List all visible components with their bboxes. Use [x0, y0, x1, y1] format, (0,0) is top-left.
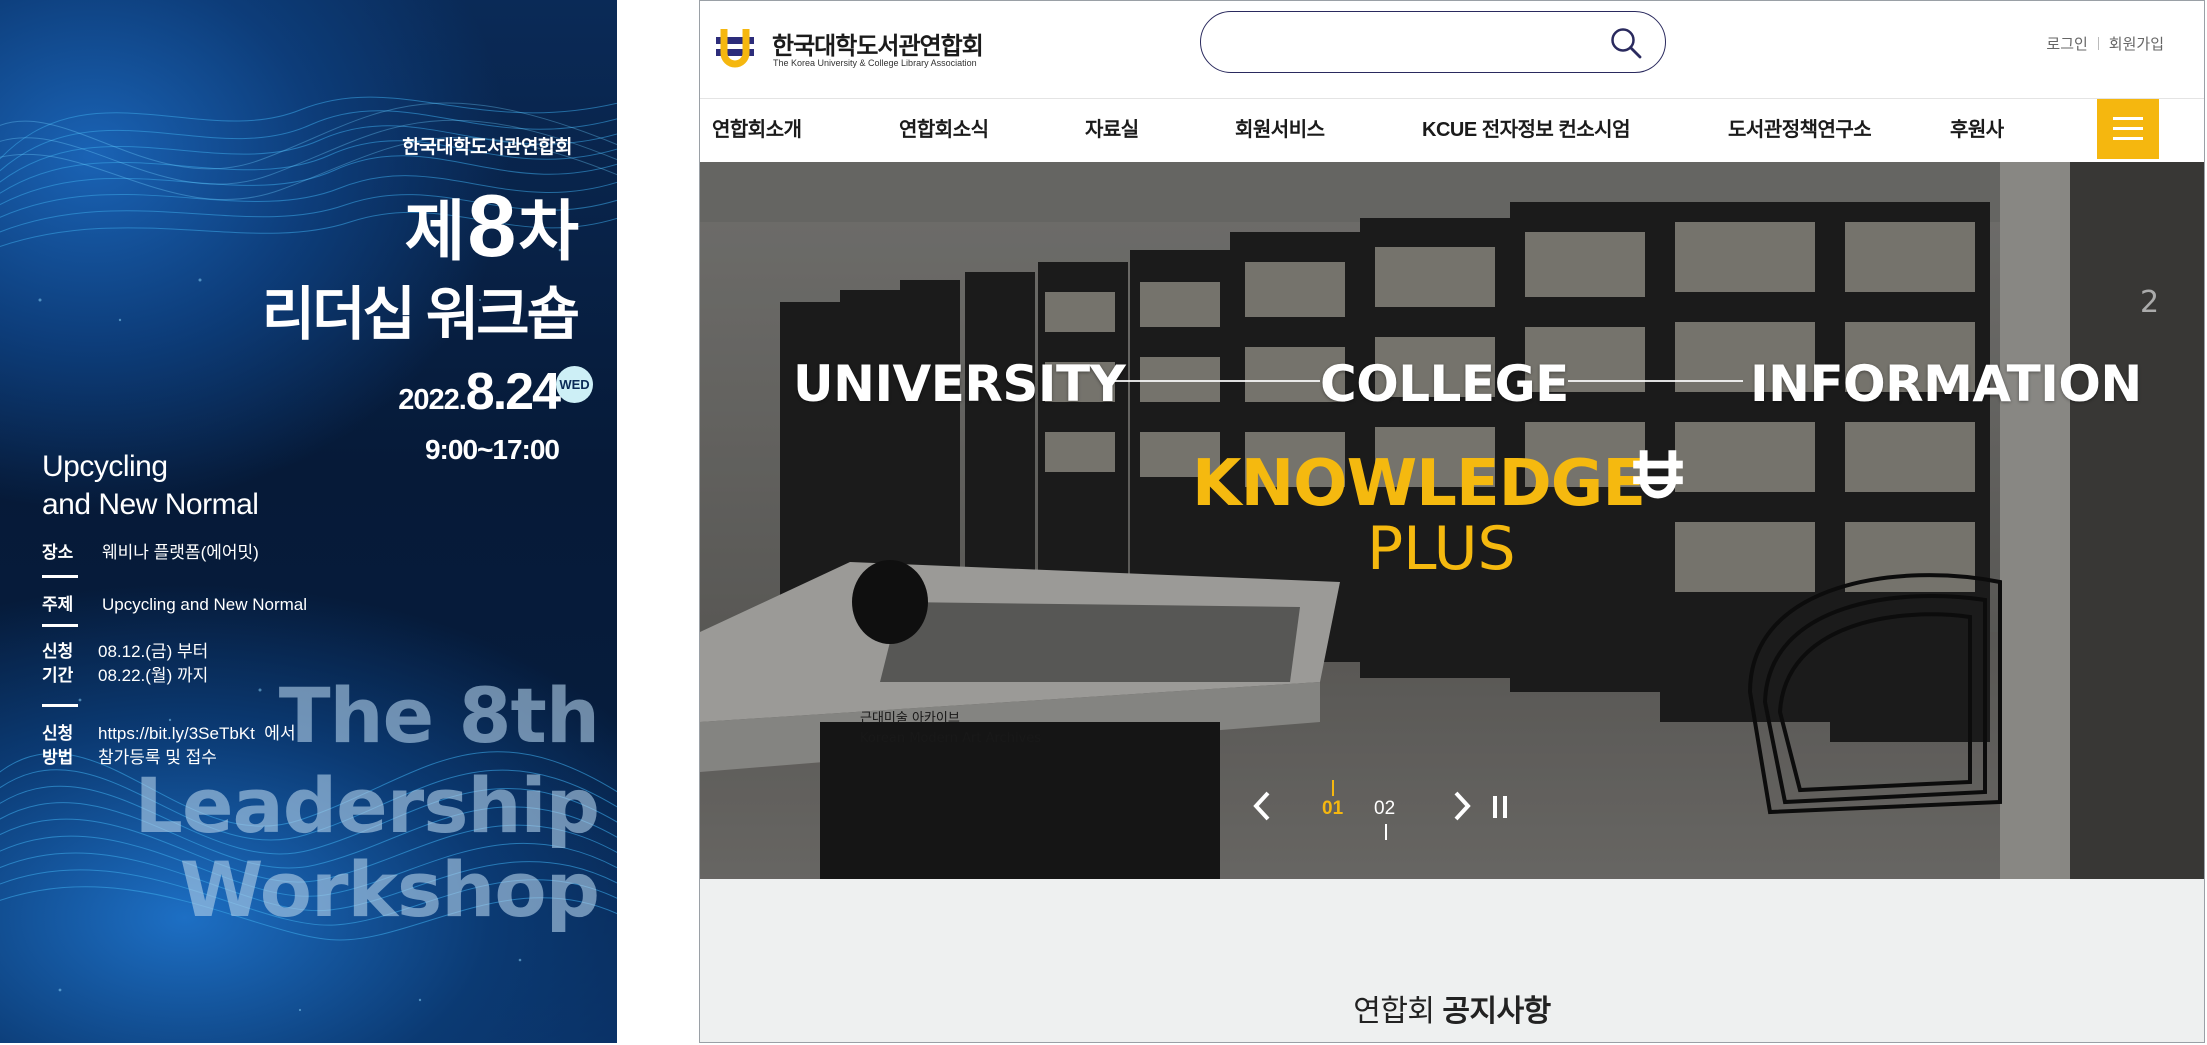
- poster-title-line1: 제 8 차: [404, 176, 579, 275]
- divider: [1385, 824, 1387, 840]
- notice-title-light: 연합회: [1353, 995, 1435, 1028]
- poster-date-year: 2022.: [398, 384, 467, 416]
- hero-knowledge: KNOWLEDGE: [1192, 447, 1646, 521]
- nav-item-member-service[interactable]: 회원서비스: [1235, 99, 1325, 161]
- poster-organizer: 한국대학도서관연합회: [402, 137, 572, 158]
- hero-word-college: COLLEGE: [1320, 355, 1569, 413]
- info-label: 장소: [42, 543, 74, 562]
- info-venue: 장소 웨비나 플랫폼(에어밋): [42, 541, 259, 565]
- weekday-badge: WED: [556, 366, 593, 403]
- divider: [1568, 380, 1743, 382]
- poster-title-number: 8: [467, 176, 516, 275]
- slide-indicator-next[interactable]: 02: [1374, 798, 1395, 820]
- poster-en-line1: The 8th: [278, 671, 600, 760]
- nav-item-news[interactable]: 연합회소식: [899, 99, 989, 161]
- hero-word-university: UNIVERSITY: [793, 355, 1126, 413]
- info-value: Upcycling and New Normal: [102, 595, 308, 614]
- search-bar: [1200, 11, 1666, 73]
- hero-slider: 2 근대미술 아카이브 Korean Modern Art Archives U…: [700, 162, 2204, 879]
- info-label: 방법: [42, 748, 74, 767]
- logo-mark-icon: [1633, 450, 1683, 499]
- divider: [42, 624, 78, 627]
- info-value: 웨비나 플랫폼(에어밋): [102, 543, 259, 562]
- poster-en-line3: Workshop: [179, 845, 600, 934]
- logo-mark-icon[interactable]: [714, 25, 756, 71]
- poster-time: 9:00~17:00: [424, 434, 560, 465]
- join-link[interactable]: 회원가입: [2109, 33, 2164, 54]
- hero-word-information: INFORMATION: [1750, 355, 2142, 413]
- poster-title-suffix: 차: [518, 193, 579, 268]
- poster-date-monthday: 8.24: [465, 363, 561, 421]
- hero-plus: PLUS: [1367, 514, 1516, 584]
- nav-item-about[interactable]: 연합회소개: [712, 99, 802, 161]
- divider: [1332, 780, 1334, 796]
- nav-item-consortium[interactable]: KCUE 전자정보 컨소시엄: [1422, 99, 1630, 161]
- divider: [2097, 37, 2099, 50]
- nav-item-sponsors[interactable]: 후원사: [1950, 99, 2004, 161]
- info-value: 08.12.(금) 부터: [98, 642, 209, 661]
- slide-indicator-current[interactable]: 01: [1322, 798, 1343, 820]
- workshop-poster: 한국대학도서관연합회 제 8 차 리더십 워크숍 2022. 8.24 WED …: [0, 0, 617, 1043]
- info-label: 신청: [42, 642, 74, 661]
- site-header: 한국대학도서관연합회 The Korea University & Colleg…: [700, 1, 2204, 99]
- poster-subtitle-line2: and New Normal: [42, 488, 259, 521]
- utility-links: 로그인 회원가입: [2046, 33, 2164, 54]
- site-logo-name[interactable]: 한국대학도서관연합회: [772, 26, 984, 61]
- poster-title-line2: 리더십 워크숍: [261, 282, 580, 347]
- poster-en-line2: Leadership: [134, 761, 600, 850]
- divider: [1107, 380, 1320, 382]
- divider: [42, 575, 78, 578]
- pause-icon[interactable]: [1490, 794, 1510, 820]
- next-arrow-icon[interactable]: [1450, 789, 1474, 823]
- info-value: 08.22.(월) 까지: [98, 666, 209, 685]
- poster-title-prefix: 제: [404, 193, 466, 268]
- notice-section: 연합회 공지사항: [700, 879, 2204, 1042]
- site-logo-english: The Korea University & College Library A…: [773, 58, 977, 68]
- info-period: 신청 08.12.(금) 부터 기간 08.22.(월) 까지: [42, 640, 208, 688]
- info-label: 신청: [42, 724, 74, 743]
- kcue-website: 한국대학도서관연합회 The Korea University & Colleg…: [699, 0, 2205, 1043]
- notice-title: 연합회 공지사항: [700, 986, 2204, 1030]
- nav-item-archive[interactable]: 자료실: [1085, 99, 1139, 161]
- info-label: 기간: [42, 666, 74, 685]
- search-input[interactable]: [1225, 26, 1589, 58]
- main-nav: 연합회소개 연합회소식 자료실 회원서비스 KCUE 전자정보 컨소시엄 도서관…: [700, 99, 2204, 161]
- nav-item-policy-institute[interactable]: 도서관정책연구소: [1728, 99, 1872, 161]
- poster-subtitle: Upcycling and New Normal: [42, 448, 259, 524]
- hamburger-menu-icon[interactable]: [2097, 99, 2159, 159]
- poster-date: 2022. 8.24: [398, 362, 561, 422]
- notice-title-bold[interactable]: 공지사항: [1442, 995, 1551, 1028]
- info-theme: 주제 Upcycling and New Normal: [42, 593, 307, 617]
- search-icon[interactable]: [1609, 26, 1643, 60]
- registration-link[interactable]: https://bit.ly/3SeTbKt 에서: [98, 724, 296, 743]
- prev-arrow-icon[interactable]: [1250, 789, 1274, 823]
- divider: [42, 704, 78, 707]
- info-label: 주제: [42, 595, 74, 614]
- login-link[interactable]: 로그인: [2046, 33, 2087, 54]
- poster-subtitle-line1: Upcycling: [42, 450, 168, 483]
